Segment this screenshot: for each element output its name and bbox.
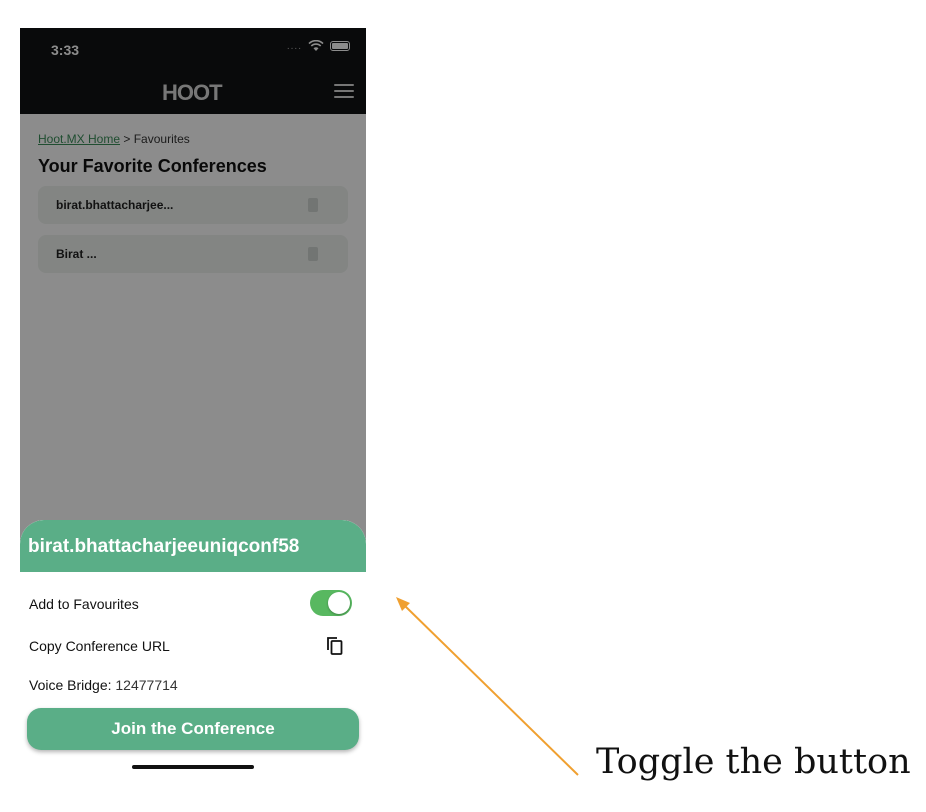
annotation-text: Toggle the button	[596, 742, 911, 782]
voice-bridge-label: Voice Bridge:	[29, 677, 112, 693]
phone-screen: 3:33 .... HOOT Hoot.MX Home > Favourites…	[20, 28, 366, 780]
add-favourites-toggle[interactable]	[310, 590, 352, 616]
join-conference-button[interactable]: Join the Conference	[27, 708, 359, 750]
voice-bridge-row: Voice Bridge: 12477714	[29, 677, 178, 693]
add-favourites-label: Add to Favourites	[29, 596, 139, 612]
conference-name: birat.bhattacharjeeuniqconf58	[28, 536, 300, 557]
annotation-arrow	[396, 597, 579, 776]
sheet-header: birat.bhattacharjeeuniqconf58	[20, 520, 366, 572]
voice-bridge-value: 12477714	[115, 677, 178, 693]
copy-url-label: Copy Conference URL	[29, 638, 170, 654]
conference-bottom-sheet: birat.bhattacharjeeuniqconf58 Add to Fav…	[20, 520, 366, 780]
home-indicator	[132, 765, 254, 769]
toggle-knob	[328, 592, 350, 614]
copy-icon[interactable]	[326, 636, 344, 656]
